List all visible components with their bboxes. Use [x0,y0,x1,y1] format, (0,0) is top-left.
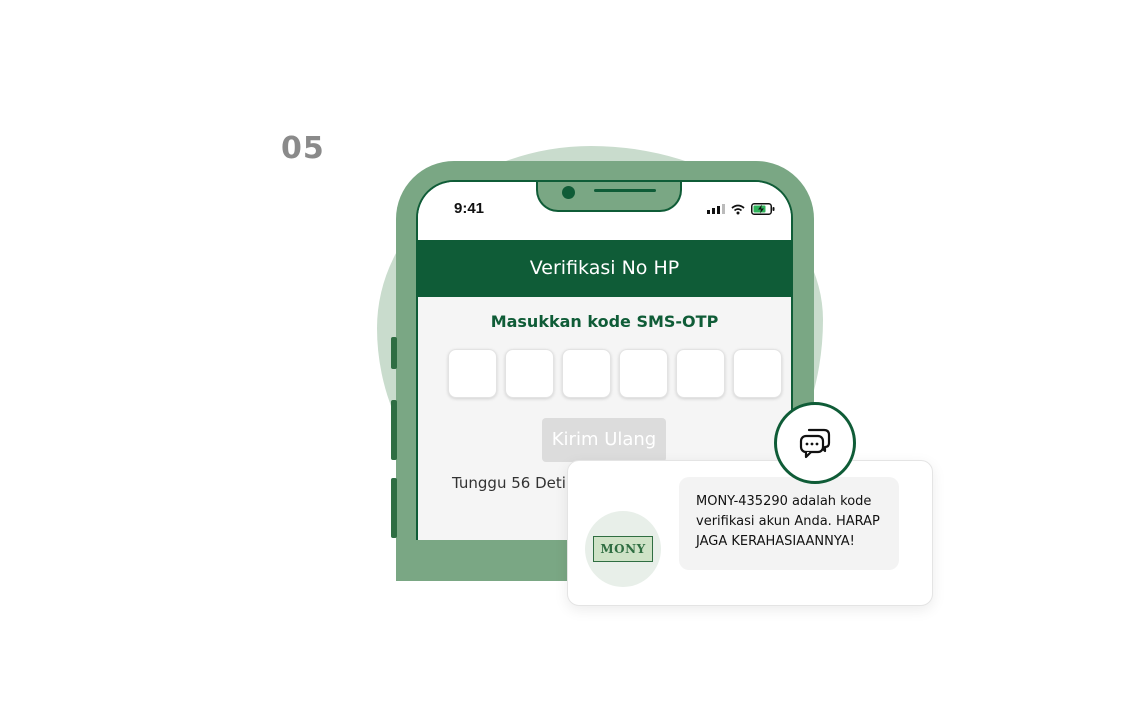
chat-badge [774,402,856,484]
otp-digit-input[interactable] [448,349,497,398]
signal-icon [707,204,725,214]
chat-bubbles-icon [799,428,831,459]
phone-side-button [391,337,397,369]
wifi-icon [731,204,745,214]
otp-digit-input[interactable] [733,349,782,398]
phone-side-button [391,400,397,460]
battery-charging-icon [751,203,775,215]
speaker-icon [594,189,656,192]
otp-input-group [448,349,782,398]
step-number: 05 [281,131,325,166]
sms-notification-card: MONY MONY-435290 adalah kode verifikasi … [567,460,933,606]
status-time: 9:41 [454,200,485,217]
phone-side-button [391,478,397,538]
resend-button[interactable]: Kirim Ulang [542,418,666,462]
mony-logo: MONY [593,536,653,562]
otp-digit-input[interactable] [619,349,668,398]
countdown-text: Tunggu 56 Detik [452,474,575,492]
otp-digit-input[interactable] [505,349,554,398]
camera-icon [562,186,575,199]
status-bar: 9:41 [418,182,791,240]
otp-digit-input[interactable] [676,349,725,398]
otp-prompt: Masukkan kode SMS-OTP [490,312,719,331]
phone-notch [536,182,682,212]
otp-digit-input[interactable] [562,349,611,398]
status-icons [707,202,775,216]
page-title: Verifikasi No HP [418,240,791,297]
message-bubble: MONY-435290 adalah kode verifikasi akun … [679,477,899,570]
sender-avatar: MONY [585,511,661,587]
logo-text: MONY [600,542,646,556]
sms-message: MONY-435290 adalah kode verifikasi akun … [696,494,880,549]
